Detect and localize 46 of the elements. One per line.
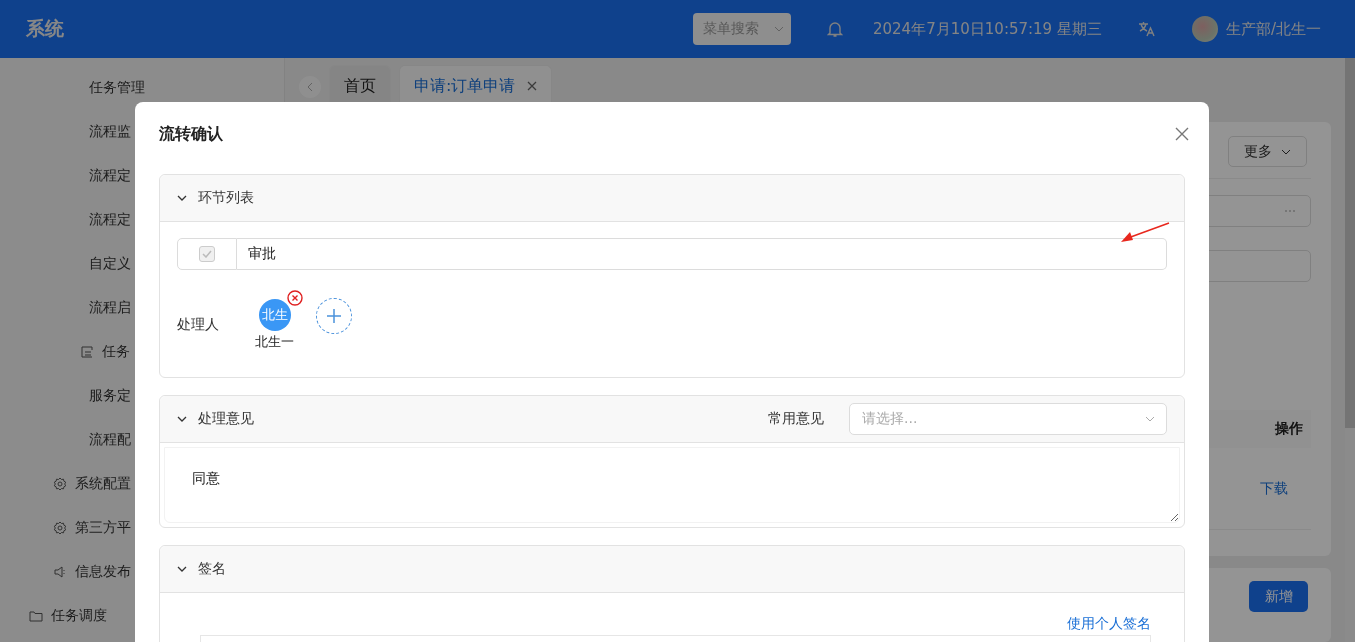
gear-icon: [53, 477, 67, 491]
menu-item[interactable]: 自定义: [89, 255, 131, 273]
common-opinion-label: 常用意见: [768, 410, 824, 428]
opinion-field[interactable]: 同意: [164, 447, 1180, 523]
dialog-title: 流转确认: [159, 123, 223, 145]
add-button[interactable]: 新增: [1249, 581, 1308, 612]
user-avatar: 北生: [258, 299, 291, 331]
download-link[interactable]: 下载: [1260, 479, 1288, 498]
menu-item[interactable]: 流程启: [89, 299, 131, 317]
gear-icon: [53, 521, 67, 535]
app-title: 系统: [26, 16, 65, 41]
check-icon: [202, 250, 212, 258]
menu-item[interactable]: 信息发布: [75, 563, 131, 581]
step-field[interactable]: 审批: [237, 238, 1167, 270]
menu-item[interactable]: 流程配: [89, 431, 131, 449]
user-name[interactable]: 生产部/北生一: [1225, 19, 1321, 39]
annotation-arrow: [1120, 222, 1170, 244]
menu-item[interactable]: 任务: [102, 343, 130, 361]
list-icon: [80, 345, 94, 359]
plus-icon: [326, 308, 342, 324]
menu-item[interactable]: 流程定: [89, 211, 131, 229]
date-time: 2024年7月10日10:57:19 星期三: [873, 19, 1102, 39]
handler-label: 处理人: [177, 316, 219, 334]
menu-item[interactable]: 服务定: [89, 387, 131, 405]
menu-item[interactable]: 流程监: [89, 123, 131, 141]
speaker-icon: [53, 565, 67, 579]
section-toggle[interactable]: 处理意见: [176, 410, 768, 428]
add-handler-button[interactable]: [316, 298, 352, 334]
menu-item[interactable]: 系统配置: [75, 475, 131, 493]
close-button[interactable]: [1175, 127, 1189, 141]
user-name: 北生一: [255, 333, 294, 351]
chevron-icon: [306, 82, 314, 92]
column-header: 操作: [1275, 420, 1303, 438]
checkbox[interactable]: [199, 246, 215, 262]
bell-icon[interactable]: [827, 20, 843, 38]
folder-icon: [29, 609, 43, 623]
menu-item[interactable]: 任务管理: [89, 79, 145, 97]
personal-signature-link[interactable]: 使用个人签名: [1067, 615, 1151, 633]
menu-item[interactable]: 第三方平: [75, 519, 131, 537]
more-button[interactable]: 更多: [1228, 136, 1307, 167]
translate-icon[interactable]: [1137, 21, 1156, 37]
menu-item[interactable]: 任务调度: [51, 607, 107, 625]
user-avatar[interactable]: [1191, 16, 1218, 42]
remove-button[interactable]: [287, 290, 303, 306]
menu-item[interactable]: 流程定: [89, 167, 131, 185]
close-icon[interactable]: [527, 81, 538, 91]
